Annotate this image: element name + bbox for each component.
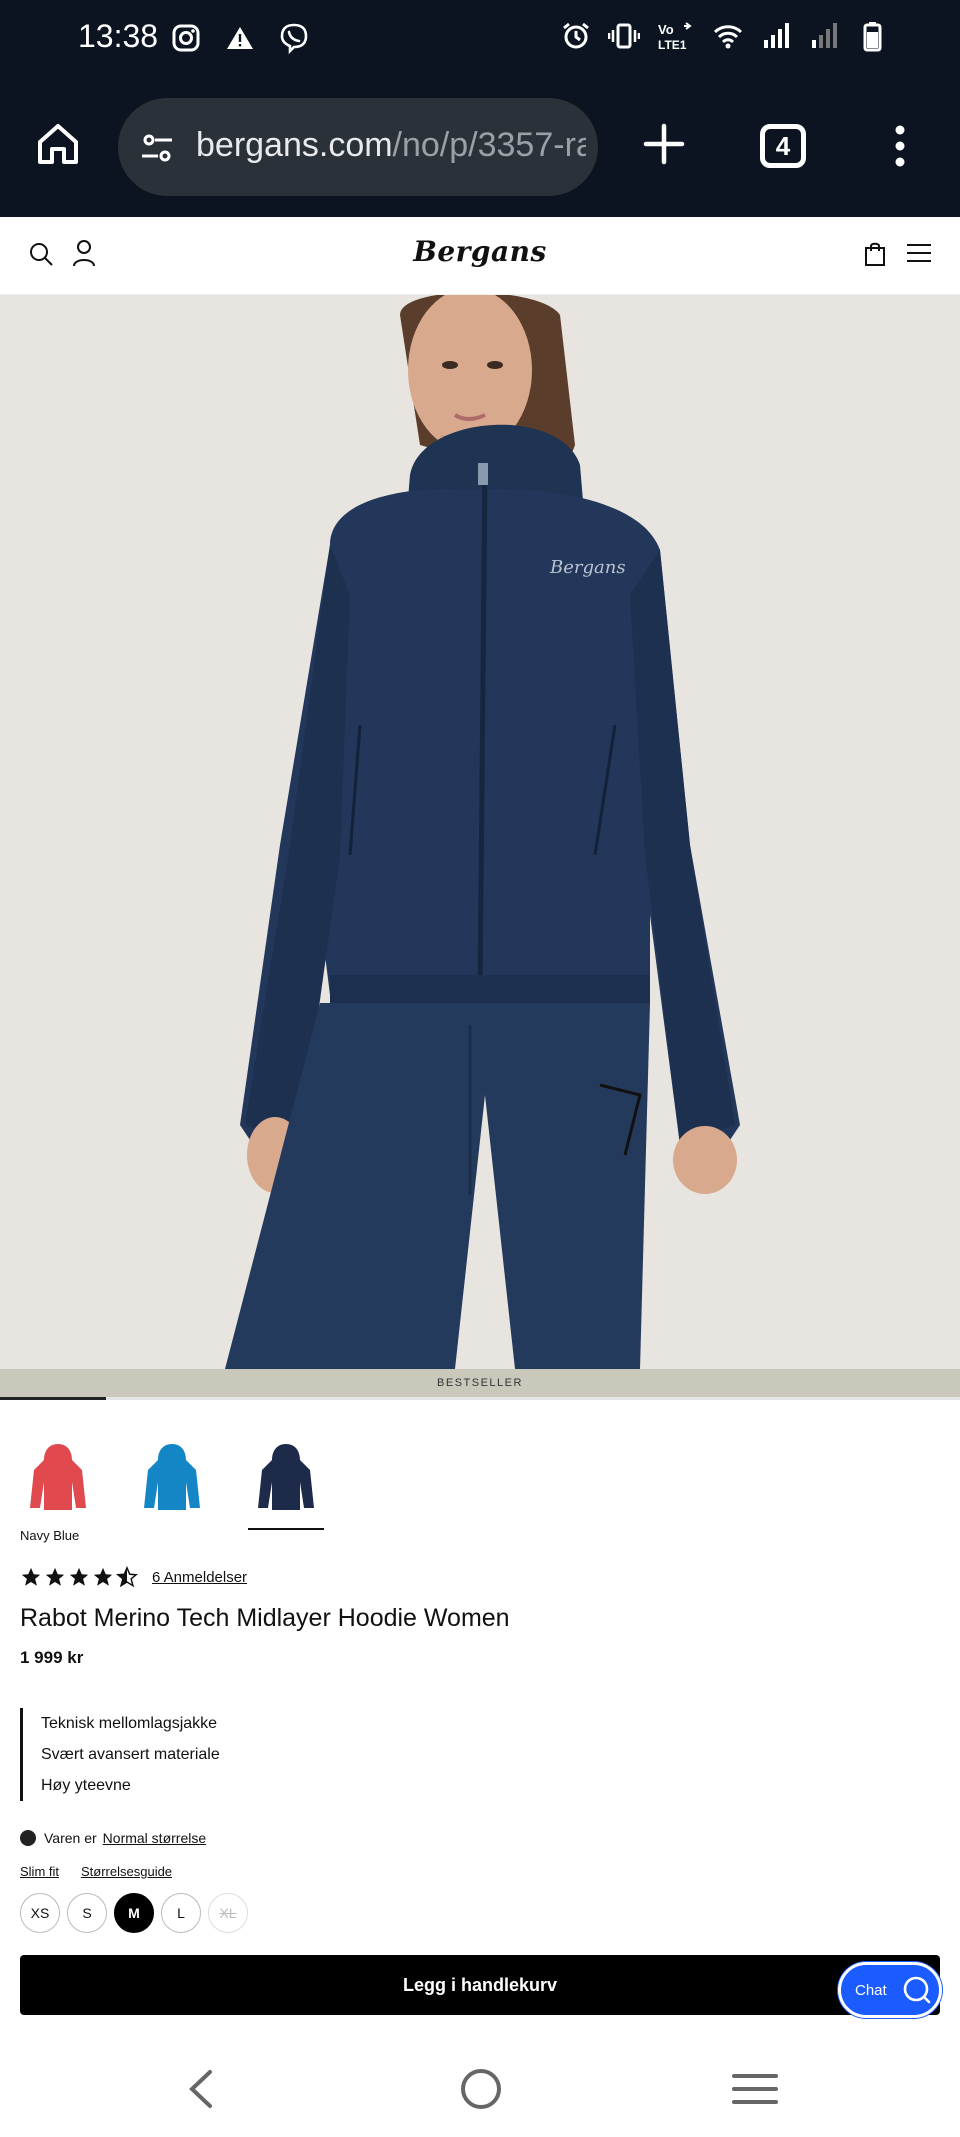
url-text[interactable]: bergans.com/no/p/3357-ra — [196, 126, 586, 165]
chat-button[interactable]: Chat — [838, 1962, 942, 2018]
feature-item: Svært avansert materiale — [41, 1746, 220, 1763]
star-full-icon — [69, 1567, 89, 1586]
size-option-l[interactable]: L — [161, 1893, 201, 1933]
swatch-blue[interactable] — [134, 1430, 210, 1518]
fit-link[interactable]: Normal størrelse — [103, 1830, 206, 1846]
browser-toolbar: bergans.com/no/p/3357-ra 4 — [0, 98, 960, 196]
swatch-red[interactable] — [20, 1430, 96, 1518]
site-settings-icon[interactable] — [138, 128, 178, 168]
size-guide-link[interactable]: Størrelsesguide — [81, 1864, 172, 1879]
status-time: 13:38 — [78, 18, 159, 54]
fit-type-link[interactable]: Slim fit — [20, 1864, 59, 1879]
fit-indicator-icon — [20, 1830, 36, 1846]
model-photo: Bergans — [0, 295, 960, 1369]
wifi-icon — [713, 25, 743, 49]
svg-text:Vo: Vo — [658, 22, 674, 37]
bestseller-badge: BESTSELLER — [0, 1369, 960, 1397]
battery-icon — [863, 22, 882, 52]
hoodie-blue-icon — [144, 1444, 200, 1510]
browser-chrome: 13:38 Vo LTE1 bergans.com/no/p/3357-ra 4 — [0, 0, 960, 217]
feature-item: Høy yteevne — [41, 1777, 131, 1794]
system-nav-bar — [0, 2040, 960, 2137]
color-swatches — [20, 1430, 324, 1530]
star-half-icon — [116, 1566, 138, 1588]
star-full-icon — [21, 1567, 41, 1586]
feature-list: Teknisk mellomlagsjakke Svært avansert m… — [20, 1708, 220, 1801]
status-bar: 13:38 Vo LTE1 — [0, 0, 960, 78]
home-circle-icon[interactable] — [458, 2066, 504, 2112]
product-rating: 6 Anmeldelser — [20, 1566, 247, 1588]
size-option-xl[interactable]: XL — [208, 1893, 248, 1933]
star-full-icon — [45, 1567, 65, 1586]
product-image[interactable]: Bergans — [0, 295, 960, 1369]
recent-apps-icon[interactable] — [732, 2066, 778, 2112]
size-option-xs[interactable]: XS — [20, 1893, 60, 1933]
chat-bubble-icon — [903, 1976, 930, 2004]
warning-icon — [227, 27, 253, 49]
signal-weak-icon — [812, 23, 837, 48]
tab-switcher-button[interactable]: 4 — [760, 124, 806, 168]
hoodie-navy-icon — [258, 1444, 314, 1510]
svg-text:Bergans: Bergans — [549, 557, 626, 578]
site-logo[interactable]: Bergans — [0, 235, 960, 268]
signal-icon — [764, 23, 789, 48]
image-carousel-progress-fill — [0, 1397, 106, 1400]
feature-item: Teknisk mellomlagsjakke — [41, 1715, 218, 1732]
add-to-cart-button[interactable]: Legg i handlekurv — [20, 1955, 940, 2015]
vibrate-icon — [608, 23, 640, 49]
url-path: /no/p/3357-ra — [392, 126, 586, 164]
new-tab-icon[interactable] — [640, 120, 688, 168]
product-title: Rabot Merino Tech Midlayer Hoodie Women — [20, 1604, 510, 1632]
product-price: 1 999 kr — [20, 1648, 84, 1667]
swatch-navy[interactable] — [248, 1430, 324, 1530]
viber-icon — [280, 23, 308, 54]
fit-info: Varen er Normal størrelse — [20, 1830, 206, 1846]
back-icon[interactable] — [180, 2066, 226, 2112]
chat-label: Chat — [855, 1981, 887, 1999]
svg-text:LTE1: LTE1 — [658, 38, 687, 52]
menu-icon[interactable] — [906, 243, 932, 263]
star-full-icon — [93, 1567, 113, 1586]
size-option-s[interactable]: S — [67, 1893, 107, 1933]
alarm-icon — [563, 22, 589, 49]
address-bar[interactable]: bergans.com/no/p/3357-ra — [118, 98, 598, 196]
site-header: Bergans — [0, 217, 960, 295]
volte-icon: VoLTE1 — [658, 22, 692, 52]
selected-color-name: Navy Blue — [20, 1528, 80, 1543]
image-carousel-progress — [0, 1397, 960, 1400]
fit-links: Slim fit Størrelsesguide — [20, 1864, 172, 1879]
reviews-link[interactable]: 6 Anmeldelser — [152, 1569, 247, 1586]
instagram-icon — [172, 24, 200, 52]
more-options-icon[interactable] — [888, 122, 912, 170]
shopping-bag-icon[interactable] — [864, 241, 886, 267]
size-selector: XS S M L XL — [20, 1893, 248, 1933]
size-option-m[interactable]: M — [114, 1893, 154, 1933]
fit-prefix: Varen er — [44, 1830, 97, 1846]
hoodie-red-icon — [30, 1444, 86, 1510]
home-icon[interactable] — [34, 120, 82, 168]
url-host: bergans.com — [196, 126, 393, 164]
